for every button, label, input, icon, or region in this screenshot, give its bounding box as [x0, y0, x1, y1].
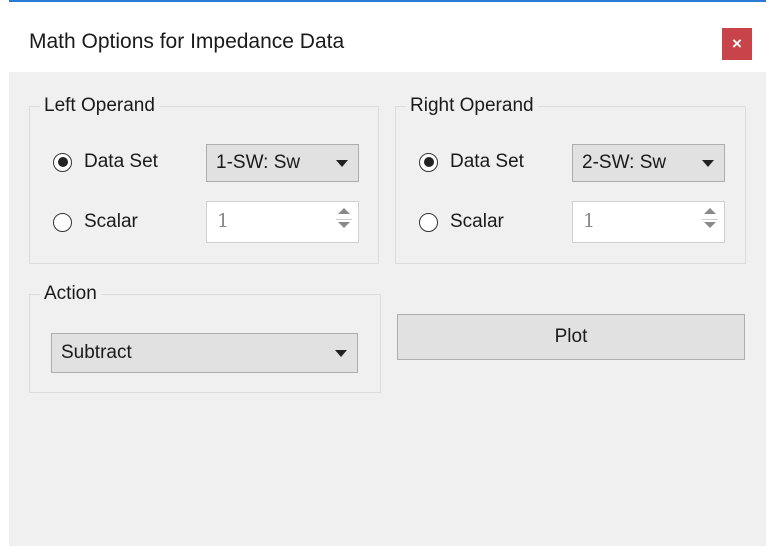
left-scalar-radio-button[interactable] — [53, 212, 72, 232]
right-scalar-spinbox[interactable]: 1 — [572, 201, 725, 243]
radio-selected-dot — [57, 157, 68, 167]
left-scalar-value: 1 — [217, 210, 230, 232]
left-operand-group: Left Operand Data Set 1-SW: Sw Scalar 1 — [29, 93, 379, 264]
radio-selected-dot — [423, 157, 434, 167]
right-scalar-radio-button[interactable] — [419, 212, 438, 232]
left-data-set-radio[interactable]: Data Set — [53, 151, 158, 173]
plot-button-label: Plot — [554, 326, 588, 347]
chevron-down-icon — [702, 160, 714, 167]
left-data-set-dropdown[interactable]: 1-SW: Sw — [206, 144, 359, 182]
left-data-set-radio-button[interactable] — [53, 152, 72, 172]
close-icon: × — [732, 34, 742, 53]
spin-down-icon[interactable] — [704, 222, 716, 228]
math-options-window: Math Options for Impedance Data × Left O… — [9, 0, 766, 546]
spin-separator — [702, 219, 718, 220]
action-value: Subtract — [61, 342, 132, 363]
left-data-set-label: Data Set — [84, 151, 158, 172]
right-data-set-value: 2-SW: Sw — [582, 152, 667, 173]
right-operand-group: Right Operand Data Set 2-SW: Sw Scalar 1 — [395, 93, 746, 264]
close-button[interactable]: × — [722, 28, 752, 60]
left-scalar-label: Scalar — [84, 211, 138, 232]
spin-up-icon[interactable] — [704, 208, 716, 214]
title-bar[interactable]: Math Options for Impedance Data × — [9, 2, 766, 72]
chevron-down-icon — [335, 350, 347, 357]
spin-separator — [336, 219, 352, 220]
action-legend: Action — [40, 281, 101, 307]
plot-button[interactable]: Plot — [397, 314, 745, 360]
right-scalar-radio[interactable]: Scalar — [419, 211, 504, 233]
right-scalar-stepper[interactable] — [702, 208, 718, 234]
action-dropdown[interactable]: Subtract — [51, 333, 358, 373]
left-scalar-stepper[interactable] — [336, 208, 352, 234]
chevron-down-icon — [336, 160, 348, 167]
spin-up-icon[interactable] — [338, 208, 350, 214]
dialog-body: Left Operand Data Set 1-SW: Sw Scalar 1 — [9, 72, 766, 546]
left-operand-legend: Left Operand — [40, 93, 159, 119]
right-data-set-label: Data Set — [450, 151, 524, 172]
left-scalar-radio[interactable]: Scalar — [53, 211, 138, 233]
right-data-set-dropdown[interactable]: 2-SW: Sw — [572, 144, 725, 182]
right-data-set-radio-button[interactable] — [419, 152, 438, 172]
right-data-set-radio[interactable]: Data Set — [419, 151, 524, 173]
spin-down-icon[interactable] — [338, 222, 350, 228]
right-operand-legend: Right Operand — [406, 93, 538, 119]
right-scalar-label: Scalar — [450, 211, 504, 232]
right-scalar-value: 1 — [583, 210, 596, 232]
window-title: Math Options for Impedance Data — [29, 30, 345, 53]
left-scalar-spinbox[interactable]: 1 — [206, 201, 359, 243]
action-group: Action Subtract — [29, 281, 381, 393]
left-data-set-value: 1-SW: Sw — [216, 152, 301, 173]
